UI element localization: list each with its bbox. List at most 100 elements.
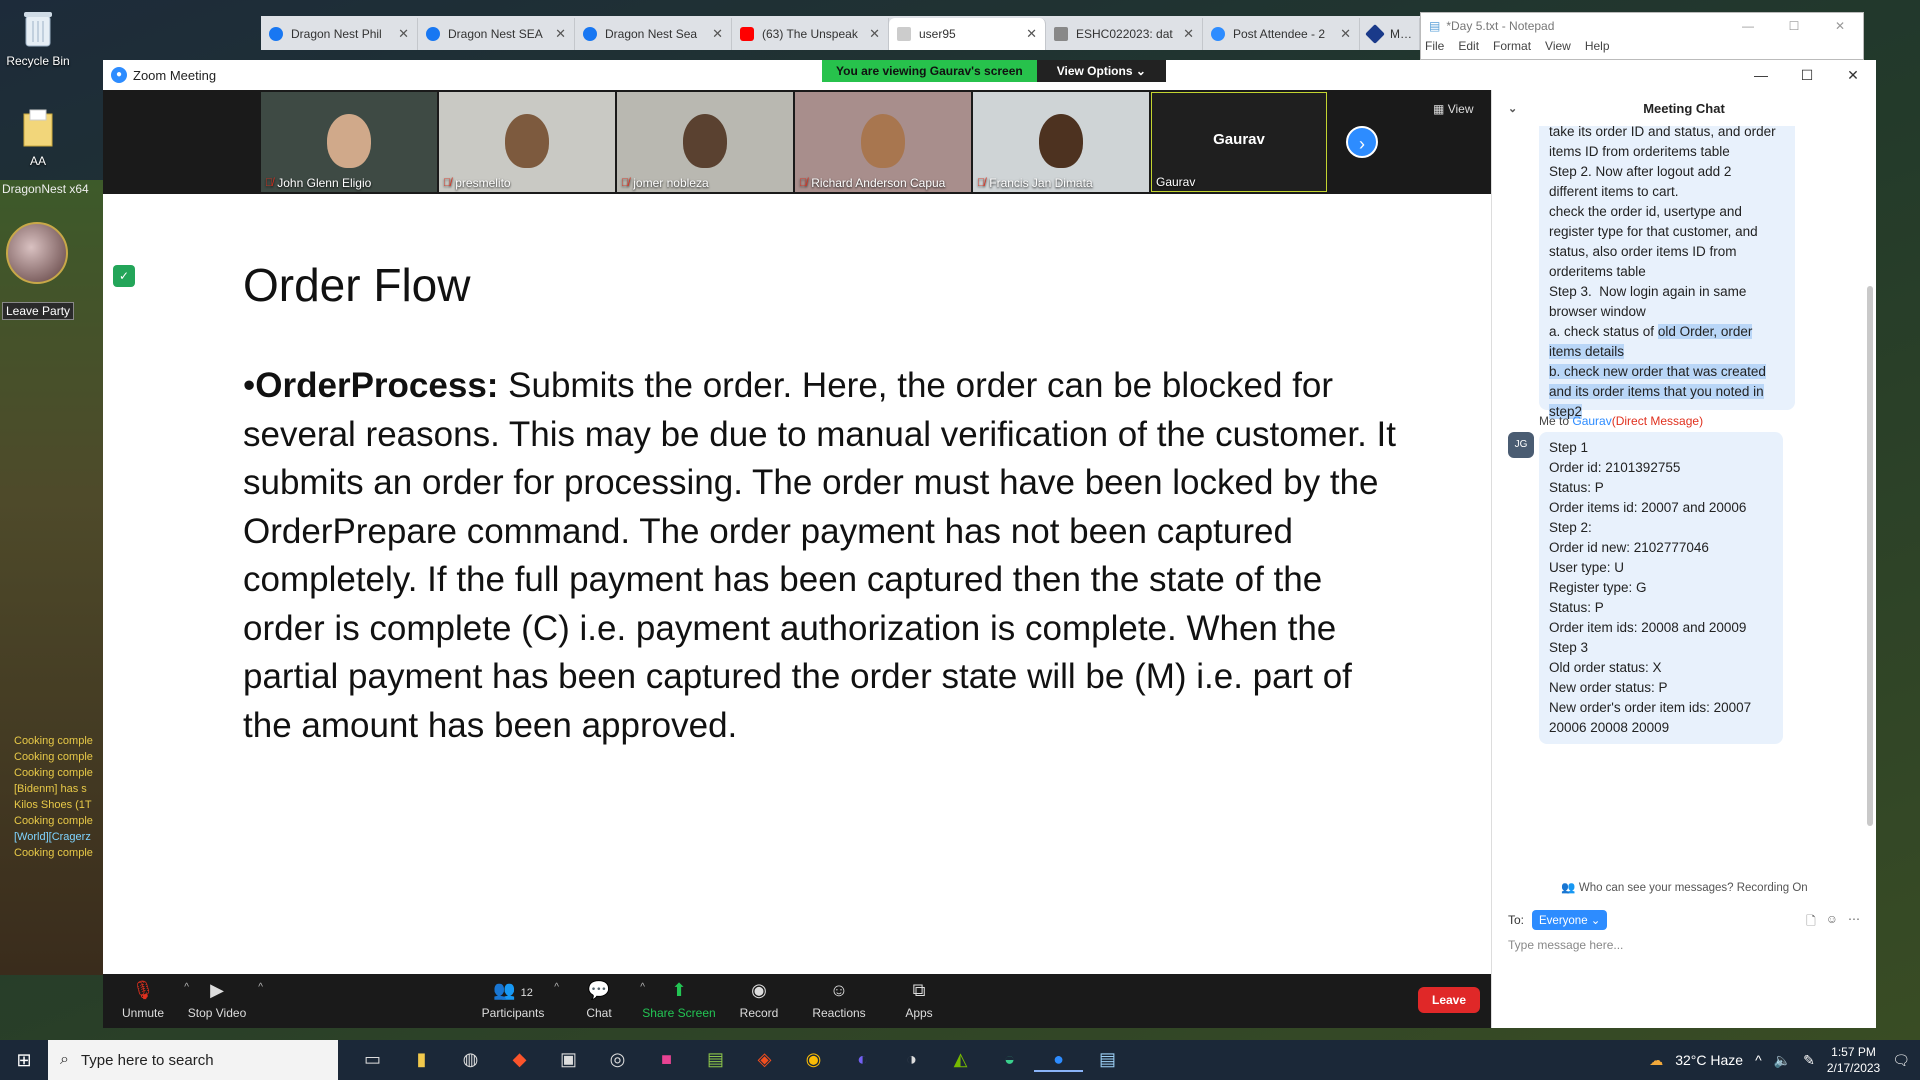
file-explorer-icon[interactable]: ▮ xyxy=(397,1049,446,1072)
pen-icon[interactable]: ✎ xyxy=(1803,1052,1815,1069)
close-icon[interactable]: ✕ xyxy=(869,26,880,42)
muted-mic-icon: 🎙 xyxy=(131,980,155,1000)
recipient-name[interactable]: Gaurav xyxy=(1572,414,1611,428)
recipient-select[interactable]: Everyone ⌄ xyxy=(1532,910,1608,930)
taskbar-search[interactable]: ⌕ Type here to search xyxy=(48,1040,338,1080)
viber-icon[interactable]: ◐ xyxy=(838,1049,887,1072)
browser-tab[interactable]: ESHC022023: dat ✕ xyxy=(1046,18,1203,50)
aa-folder-shortcut[interactable]: AA xyxy=(0,106,76,168)
close-icon[interactable]: ✕ xyxy=(1830,67,1876,84)
participant-tile[interactable]: 🎙̸ jomer nobleza xyxy=(617,92,793,192)
chevron-up-icon[interactable]: ^ xyxy=(258,982,263,993)
message-line: User type: U xyxy=(1549,560,1625,575)
notepad-plus-icon[interactable]: ▤ xyxy=(691,1049,740,1072)
participant-tile-sharer[interactable]: Gaurav Gaurav xyxy=(1151,92,1327,192)
apps-button[interactable]: ⧉ Apps xyxy=(879,980,959,1020)
brave-browser-icon[interactable]: ◆ xyxy=(495,1049,544,1072)
photos-icon[interactable]: ▣ xyxy=(544,1049,593,1072)
chrome-icon[interactable]: ◉ xyxy=(789,1049,838,1072)
more-icon[interactable]: ⋯ xyxy=(1848,912,1860,933)
chat-message-input[interactable]: Type message here... xyxy=(1508,938,1858,952)
figma-icon[interactable]: ◈ xyxy=(740,1049,789,1072)
notifications-icon[interactable]: 🗨 xyxy=(1892,1052,1910,1069)
participant-video xyxy=(683,114,727,168)
close-icon[interactable]: ✕ xyxy=(1817,19,1863,33)
message-line: 20006 20008 20009 xyxy=(1549,720,1670,735)
shared-screen-stage: 🎙̸ John Glenn Eligio 🎙̸ presmelito 🎙̸ jomer… xyxy=(103,90,1491,974)
menu-view[interactable]: View xyxy=(1545,39,1571,53)
close-icon[interactable]: ✕ xyxy=(1183,26,1194,42)
browser-tab[interactable]: Post Attendee - 2 ✕ xyxy=(1203,18,1360,50)
minimize-icon[interactable]: — xyxy=(1738,67,1784,84)
leave-button[interactable]: Leave xyxy=(1418,987,1481,1013)
close-icon[interactable]: ✕ xyxy=(1026,26,1037,42)
participant-tile[interactable]: 🎙̸ Richard Anderson Capua xyxy=(795,92,971,192)
browser-tab[interactable]: Dragon Nest Sea ✕ xyxy=(575,18,732,50)
maximize-icon[interactable]: ☐ xyxy=(1771,19,1817,33)
security-shield-icon[interactable]: ✓ xyxy=(113,265,135,287)
close-icon[interactable]: ✕ xyxy=(1340,26,1351,42)
menu-format[interactable]: Format xyxy=(1493,39,1531,53)
view-button[interactable]: ▦ View xyxy=(1433,102,1473,116)
close-icon[interactable]: ✕ xyxy=(398,26,409,42)
stop-video-button[interactable]: ▶ Stop Video ^ xyxy=(177,980,263,1020)
windows-start-icon[interactable]: ⊞ xyxy=(0,1050,48,1071)
menu-help[interactable]: Help xyxy=(1585,39,1610,53)
chevron-down-icon[interactable]: ⌄ xyxy=(1508,102,1517,115)
muted-mic-icon: 🎙̸ xyxy=(443,177,452,189)
unmute-button[interactable]: 🎙 Unmute ^ xyxy=(103,980,189,1020)
participant-video xyxy=(861,114,905,168)
notepad-taskbar-icon[interactable]: ▤ xyxy=(1083,1049,1132,1072)
chat-message-sent[interactable]: Step 1 Order id: 2101392755 Status: P Or… xyxy=(1539,432,1783,744)
browser-tab-label: Post Attendee - 2 xyxy=(1233,27,1326,41)
next-page-button[interactable]: › xyxy=(1346,126,1378,158)
participants-button[interactable]: 👥 12 Participants ^ xyxy=(473,980,559,1020)
app-icon[interactable]: ◎ xyxy=(593,1049,642,1072)
browser-tab[interactable]: Dragon Nest Phil ✕ xyxy=(261,18,418,50)
game-log-line: Cooking comple xyxy=(14,815,93,827)
menu-edit[interactable]: Edit xyxy=(1458,39,1479,53)
chevron-up-icon[interactable]: ^ xyxy=(1755,1052,1762,1068)
stop-video-label: Stop Video xyxy=(187,1006,247,1020)
obs-icon[interactable]: ◑ xyxy=(887,1049,936,1072)
clock[interactable]: 1:57 PM 2/17/2023 xyxy=(1827,1044,1880,1076)
file-icon[interactable]: 🗋 xyxy=(1806,912,1816,933)
close-icon[interactable]: ✕ xyxy=(555,26,566,42)
close-icon[interactable]: ✕ xyxy=(712,26,723,42)
clock-time: 1:57 PM xyxy=(1831,1045,1876,1059)
selected-text: b. check new order that was created xyxy=(1549,364,1766,379)
task-view-icon[interactable]: ▭ xyxy=(348,1049,397,1072)
chat-scrollbar[interactable] xyxy=(1867,286,1873,826)
apps-icon: ⧉ xyxy=(912,980,926,1000)
zoom-taskbar-icon[interactable]: ● xyxy=(1034,1049,1083,1072)
intellij-icon[interactable]: ■ xyxy=(642,1049,691,1072)
browser-tab[interactable]: (63) The Unspeak ✕ xyxy=(732,18,889,50)
participant-tile[interactable]: 🎙̸ presmelito xyxy=(439,92,615,192)
minimize-icon[interactable]: — xyxy=(1725,19,1771,33)
notepad-window[interactable]: ▤ *Day 5.txt - Notepad — ☐ ✕ File Edit Form… xyxy=(1420,12,1864,60)
gpu-app-icon[interactable]: ◭ xyxy=(936,1049,985,1072)
message-visibility-note[interactable]: 👥 Who can see your messages? Recording O… xyxy=(1492,880,1877,894)
browser-tab-active[interactable]: user95 ✕ xyxy=(889,18,1046,50)
participant-tile[interactable]: 🎙̸ Francis Jan Dimata xyxy=(973,92,1149,192)
message-line: take its order ID and status, and order xyxy=(1549,126,1776,139)
edge-icon[interactable]: ◒ xyxy=(985,1049,1034,1072)
game-launcher-icon[interactable]: ◍ xyxy=(446,1049,495,1072)
maximize-icon[interactable]: ☐ xyxy=(1784,67,1830,84)
leave-party-button[interactable]: Leave Party xyxy=(2,302,75,320)
emoji-icon[interactable]: ☺ xyxy=(1826,912,1838,933)
share-screen-button[interactable]: ⬆ Share Screen xyxy=(639,980,719,1020)
chat-message-received[interactable]: take its order ID and status, and order … xyxy=(1539,126,1795,419)
message-line: Order id: 2101392755 xyxy=(1549,460,1681,475)
weather-label[interactable]: 32°C Haze xyxy=(1675,1052,1743,1068)
browser-tab[interactable]: Dragon Nest SEA ✕ xyxy=(418,18,575,50)
speaker-icon[interactable]: 🔈 xyxy=(1774,1052,1791,1069)
record-button[interactable]: ◉ Record xyxy=(719,980,799,1020)
participant-tile[interactable]: 🎙̸ John Glenn Eligio xyxy=(261,92,437,192)
browser-tab[interactable]: MEM xyxy=(1360,18,1420,50)
menu-file[interactable]: File xyxy=(1425,39,1444,53)
view-options-button[interactable]: View Options ⌄ xyxy=(1036,60,1166,82)
reactions-button[interactable]: ☺ Reactions xyxy=(799,980,879,1020)
recycle-bin-shortcut[interactable]: Recycle Bin xyxy=(0,6,76,68)
chat-button[interactable]: 💬 Chat ^ xyxy=(559,980,645,1020)
